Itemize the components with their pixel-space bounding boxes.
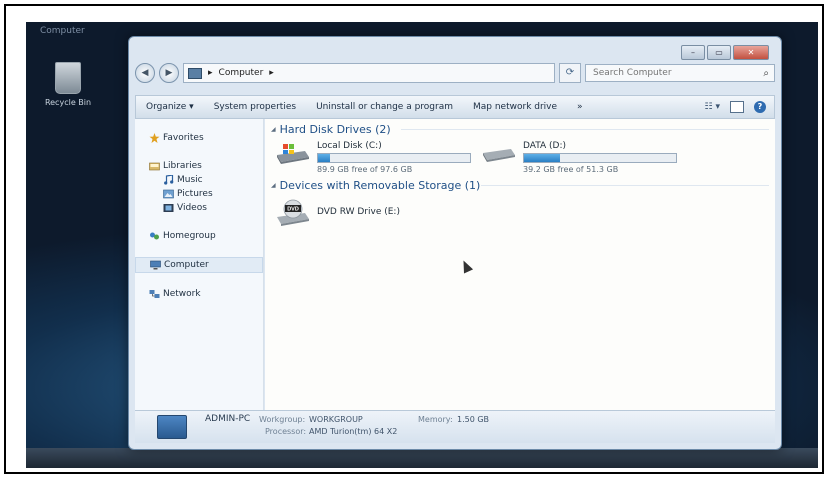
group-title: Devices with Removable Storage (1) [279,179,481,192]
drive-usage-fill [318,154,330,162]
group-hard-disk-drives[interactable]: ◢ Hard Disk Drives (2) [271,123,391,136]
memory-label: Memory: [418,415,453,424]
nav-computer[interactable]: Computer [135,257,263,273]
drive-free-space: 89.9 GB free of 97.6 GB [317,165,413,174]
window-controls: – ▭ ✕ [681,45,769,60]
drive-name: DVD RW Drive (E:) [317,207,400,217]
nav-music[interactable]: Music [135,173,263,187]
collapse-triangle-icon: ◢ [271,182,276,189]
drive-usage-bar [523,153,677,163]
search-icon[interactable]: ⌕ [763,68,769,79]
computer-icon [150,260,161,270]
drive-e-dvd[interactable]: DVD DVD RW Drive (E:) [275,199,400,229]
nav-label: Music [177,175,203,185]
photo-frame: Computer Recycle Bin – ▭ ✕ ◀ ▶ ▸ Compute… [4,4,824,474]
nav-videos[interactable]: Videos [135,201,263,215]
help-icon[interactable]: ? [754,101,766,113]
nav-libraries[interactable]: Libraries [135,159,263,173]
network-icon [149,290,160,298]
homegroup-icon [150,232,159,240]
system-properties-button[interactable]: System properties [204,102,306,112]
recycle-bin-icon [55,62,81,94]
explorer-window: – ▭ ✕ ◀ ▶ ▸ Computer ▸ ⟳ ⌕ [128,36,782,450]
drive-name: DATA (D:) [523,141,567,151]
navigation-pane: Favorites Libraries Music Pictures Video… [135,119,264,415]
uninstall-program-button[interactable]: Uninstall or change a program [306,102,463,112]
content-pane: ◢ Hard Disk Drives (2) Local Disk (C:) 8… [265,119,775,415]
computer-icon [157,415,187,439]
preview-pane-icon[interactable] [730,101,744,113]
drive-free-space: 39.2 GB free of 51.3 GB [523,165,619,174]
drive-d[interactable]: DATA (D:) 39.2 GB free of 51.3 GB [481,141,677,174]
group-divider [481,185,769,186]
drive-d-info: DATA (D:) 39.2 GB free of 51.3 GB [523,141,677,174]
command-bar: Organize ▾ System properties Uninstall o… [135,95,775,119]
windows-drive-icon [277,144,309,164]
nav-label: Favorites [163,133,204,143]
nav-network[interactable]: Network [135,287,263,301]
pictures-icon [163,189,174,199]
address-row: ◀ ▶ ▸ Computer ▸ ⟳ ⌕ [135,63,775,83]
back-button[interactable]: ◀ [135,63,155,83]
workgroup-value: WORKGROUP [309,415,363,424]
nav-label: Computer [164,260,209,270]
minimize-button[interactable]: – [681,45,705,60]
desktop: Computer Recycle Bin – ▭ ✕ ◀ ▶ ▸ Compute… [26,22,818,468]
nav-pictures[interactable]: Pictures [135,187,263,201]
drive-usage-fill [524,154,560,162]
more-commands-button[interactable]: » [567,102,593,112]
nav-favorites[interactable]: Favorites [135,131,263,145]
search-input[interactable] [591,67,745,79]
libraries-icon [149,162,160,171]
drive-name: Local Disk (C:) [317,141,382,151]
address-crumb-sep: ▸ [208,68,213,78]
processor-value: AMD Turion(tm) 64 X2 [309,427,398,436]
group-removable-storage[interactable]: ◢ Devices with Removable Storage (1) [271,179,480,192]
dvd-drive-icon: DVD [277,199,309,226]
group-divider [401,129,769,130]
hard-drive-icon [483,149,515,162]
toolbar-right: ☷ ▾ ? [705,101,774,113]
nav-label: Homegroup [163,231,216,241]
recycle-bin-shortcut[interactable]: Recycle Bin [40,62,96,107]
taskbar[interactable] [26,448,818,468]
collapse-triangle-icon: ◢ [271,126,276,133]
search-box[interactable]: ⌕ [585,64,775,82]
nav-homegroup[interactable]: Homegroup [135,229,263,243]
nav-label: Libraries [163,161,202,171]
computer-icon [188,67,202,79]
memory-value: 1.50 GB [457,415,490,424]
close-button[interactable]: ✕ [733,45,769,60]
drive-usage-bar [317,153,471,163]
pc-name: ADMIN-PC [205,414,251,424]
forward-button[interactable]: ▶ [159,63,179,83]
nav-label: Network [163,289,201,299]
recycle-bin-label: Recycle Bin [44,98,92,107]
organize-button[interactable]: Organize ▾ [136,102,204,112]
maximize-button[interactable]: ▭ [707,45,731,60]
address-bar[interactable]: ▸ Computer ▸ [183,63,555,83]
refresh-button[interactable]: ⟳ [559,63,581,83]
address-crumb-computer[interactable]: Computer [219,68,264,78]
group-title: Hard Disk Drives (2) [279,123,391,136]
details-pane: ADMIN-PC Workgroup: WORKGROUP Memory: 1.… [135,410,775,443]
workgroup-label: Workgroup: [259,415,306,424]
drive-c-info: Local Disk (C:) 89.9 GB free of 97.6 GB [317,141,471,174]
drive-c[interactable]: Local Disk (C:) 89.9 GB free of 97.6 GB [275,141,471,174]
music-icon [164,175,174,185]
address-crumb-sep-2[interactable]: ▸ [269,68,274,78]
map-network-drive-button[interactable]: Map network drive [463,102,567,112]
nav-label: Videos [177,203,207,213]
desktop-window-caption: Computer [40,26,85,36]
videos-icon [163,204,174,212]
dvd-badge: DVD [287,207,299,213]
nav-label: Pictures [177,189,213,199]
views-icon[interactable]: ☷ ▾ [705,102,720,112]
star-icon [149,133,160,143]
processor-label: Processor: [265,427,307,436]
